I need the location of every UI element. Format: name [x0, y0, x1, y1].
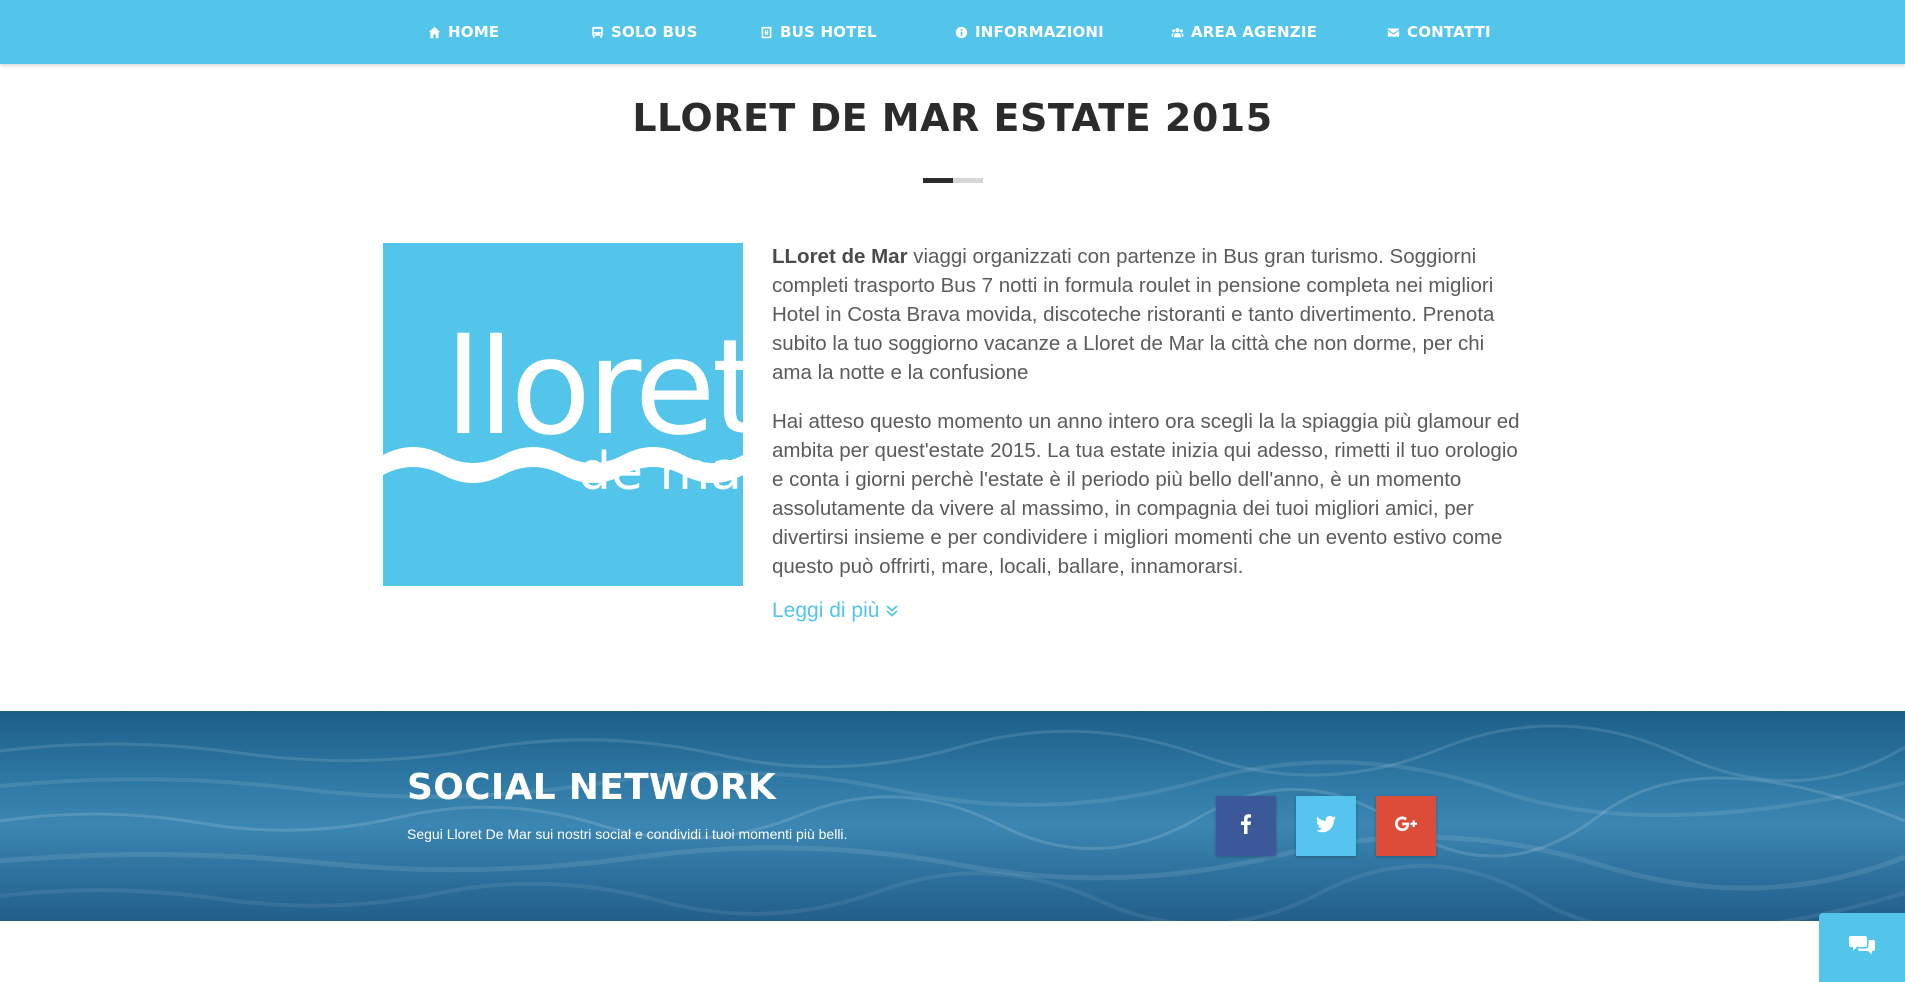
nav-item-contatti[interactable]: CONTATTI: [1385, 0, 1491, 64]
top-navbar: HOME SOLO BUS BUS HOTEL INFORMAZIONI ARE…: [0, 0, 1905, 64]
bus-icon: [589, 24, 605, 40]
nav-item-solo-bus[interactable]: SOLO BUS: [589, 0, 698, 64]
social-network-section: SOCIAL NETWORK Segui Lloret De Mar sui n…: [0, 711, 1905, 921]
nav-item-area-agenzie[interactable]: AREA AGENZIE: [1169, 0, 1317, 64]
nav-item-informazioni[interactable]: INFORMAZIONI: [953, 0, 1104, 64]
read-more-link[interactable]: Leggi di più: [772, 599, 899, 623]
hotel-icon: [758, 24, 774, 40]
read-more-label: Leggi di più: [772, 599, 880, 622]
logo-graphic: lloret de mar: [383, 311, 743, 502]
facebook-button[interactable]: [1216, 796, 1276, 856]
social-subtitle: Segui Lloret De Mar sui nostri social e …: [407, 826, 848, 842]
users-icon: [1169, 24, 1185, 40]
nav-item-label: AREA AGENZIE: [1191, 23, 1318, 41]
chat-bubbles-icon: [1849, 934, 1875, 961]
article-content: LLoret de Mar viaggi organizzati con par…: [772, 242, 1524, 623]
nav-item-label: HOME: [448, 23, 500, 41]
nav-item-label: BUS HOTEL: [780, 23, 877, 41]
second-paragraph: Hai atteso questo momento un anno intero…: [772, 410, 1520, 578]
envelope-icon: [1385, 24, 1401, 40]
lloret-de-mar-logo: lloret de mar: [383, 243, 743, 586]
social-title: SOCIAL NETWORK: [407, 767, 777, 808]
google-plus-icon: [1394, 812, 1418, 841]
google-plus-button[interactable]: [1376, 796, 1436, 856]
facebook-icon: [1234, 812, 1258, 841]
title-separator: [923, 178, 983, 183]
nav-item-label: CONTATTI: [1407, 23, 1491, 41]
intro-strong: LLoret de Mar: [772, 245, 908, 268]
live-chat-button[interactable]: [1819, 913, 1905, 982]
nav-item-label: SOLO BUS: [611, 23, 698, 41]
home-icon: [426, 24, 442, 40]
page-title: LLORET DE MAR ESTATE 2015: [632, 96, 1273, 140]
info-icon: [953, 24, 969, 40]
nav-item-label: INFORMAZIONI: [975, 23, 1104, 41]
twitter-icon: [1314, 812, 1338, 841]
double-chevron-down-icon: [885, 604, 899, 618]
sea-background: [0, 724, 1905, 921]
nav-item-home[interactable]: HOME: [426, 0, 499, 64]
nav-item-bus-hotel[interactable]: BUS HOTEL: [758, 0, 877, 64]
intro-paragraph: LLoret de Mar viaggi organizzati con par…: [772, 242, 1524, 387]
logo-sub-text: de mar: [578, 442, 743, 502]
twitter-button[interactable]: [1296, 796, 1356, 856]
